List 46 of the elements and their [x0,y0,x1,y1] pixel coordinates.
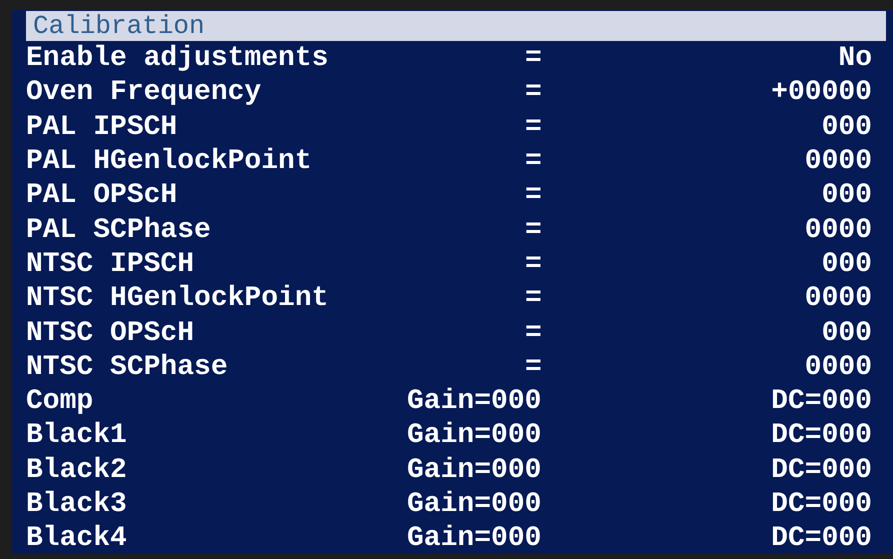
gain-value: Gain=000 [407,385,542,420]
setting-value: DC=000 [771,488,872,522]
setting-value: 000 [822,110,872,145]
setting-value: DC=000 [771,385,872,420]
setting-value: 0000 [804,282,872,316]
setting-label: Enable adjustments [26,42,328,76]
setting-label: NTSC OPScH [26,316,194,351]
setting-value: No [838,42,872,76]
setting-label: Black1 [26,419,127,454]
equals-sign: = [524,316,542,351]
setting-label: Black2 [26,454,127,488]
gain-value: Gain=000 [407,488,542,522]
equals-sign: = [524,110,542,145]
setting-value: +00000 [771,76,872,110]
setting-value: DC=000 [771,419,872,454]
equals-sign: = [524,214,542,248]
equals-sign: = [524,248,542,282]
title: Calibration [33,11,205,41]
gain-value: Gain=000 [407,522,542,556]
gain-value: Gain=000 [407,419,542,454]
equals-sign: = [524,179,542,214]
setting-label: PAL HGenlockPoint [26,145,312,180]
setting-value: DC=000 [771,454,872,488]
setting-label: NTSC HGenlockPoint [26,282,328,316]
setting-value: 0000 [804,145,872,180]
setting-label: Comp [26,385,94,420]
setting-value: DC=000 [771,522,872,556]
gain-value: Gain=000 [407,454,542,488]
setting-value: 000 [822,248,872,282]
equals-sign: = [524,350,542,385]
setting-label: Black3 [26,488,127,522]
setting-label: PAL OPScH [26,179,178,214]
equals-sign: = [524,282,542,316]
equals-sign: = [524,76,542,110]
setting-label: PAL IPSCH [26,110,178,145]
setting-value: 000 [822,316,872,351]
setting-label: PAL SCPhase [26,214,211,248]
setting-label: Black4 [26,522,127,556]
setting-label: NTSC IPSCH [26,248,194,282]
setting-value: 000 [822,179,872,214]
equals-sign: = [524,42,542,76]
setting-value: 0000 [804,350,872,385]
setting-label: Oven Frequency [26,76,262,110]
equals-sign: = [524,145,542,180]
setting-label: NTSC SCPhase [26,350,228,385]
setting-value: 0000 [804,214,872,248]
